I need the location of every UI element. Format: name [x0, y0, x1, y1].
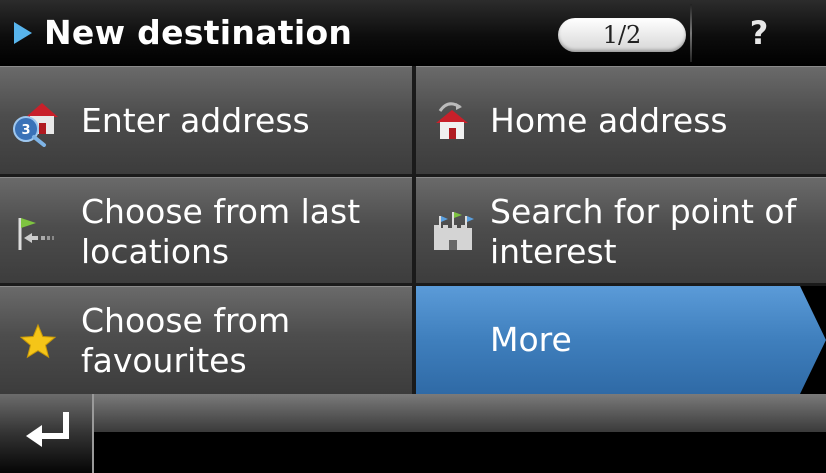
- play-arrow-icon: [14, 22, 32, 44]
- search-poi-button[interactable]: Search for point of interest: [416, 177, 826, 285]
- more-button-shape: [416, 286, 826, 394]
- page-title: New destination: [44, 13, 353, 52]
- footer-highlight: [0, 394, 826, 432]
- header-bar: New destination 1/2 ?: [0, 0, 826, 66]
- home-address-label: Home address: [490, 100, 728, 140]
- page-indicator[interactable]: 1/2: [558, 18, 686, 52]
- recent-flag-icon: [18, 217, 54, 250]
- return-arrow-icon: [26, 412, 69, 447]
- enter-address-button[interactable]: 3 Enter address: [0, 66, 412, 174]
- favourites-label: Choose from favourites: [81, 300, 291, 380]
- search-poi-label: Search for point of interest: [490, 191, 797, 271]
- castle-poi-icon: [434, 211, 474, 250]
- column-divider: [412, 66, 416, 396]
- svg-text:3: 3: [21, 123, 30, 138]
- footer-divider: [92, 394, 94, 473]
- address-house-icon: 3: [13, 102, 58, 147]
- home-address-button[interactable]: Home address: [416, 66, 826, 174]
- row-divider: [0, 283, 826, 286]
- more-label: More: [490, 320, 572, 359]
- help-button[interactable]: ?: [692, 0, 826, 66]
- row-divider: [0, 174, 826, 177]
- home-icon: [436, 101, 468, 139]
- navigation-screen: New destination 1/2 ? 3 Enter address Ho…: [0, 0, 826, 473]
- star-icon: [19, 323, 57, 358]
- enter-address-label: Enter address: [81, 100, 310, 140]
- last-locations-label: Choose from last locations: [81, 191, 361, 271]
- back-button[interactable]: [0, 394, 92, 473]
- last-locations-button[interactable]: Choose from last locations: [0, 177, 412, 285]
- favourites-button[interactable]: Choose from favourites: [0, 286, 412, 394]
- footer-bar: [0, 394, 826, 473]
- more-button[interactable]: More: [416, 286, 826, 394]
